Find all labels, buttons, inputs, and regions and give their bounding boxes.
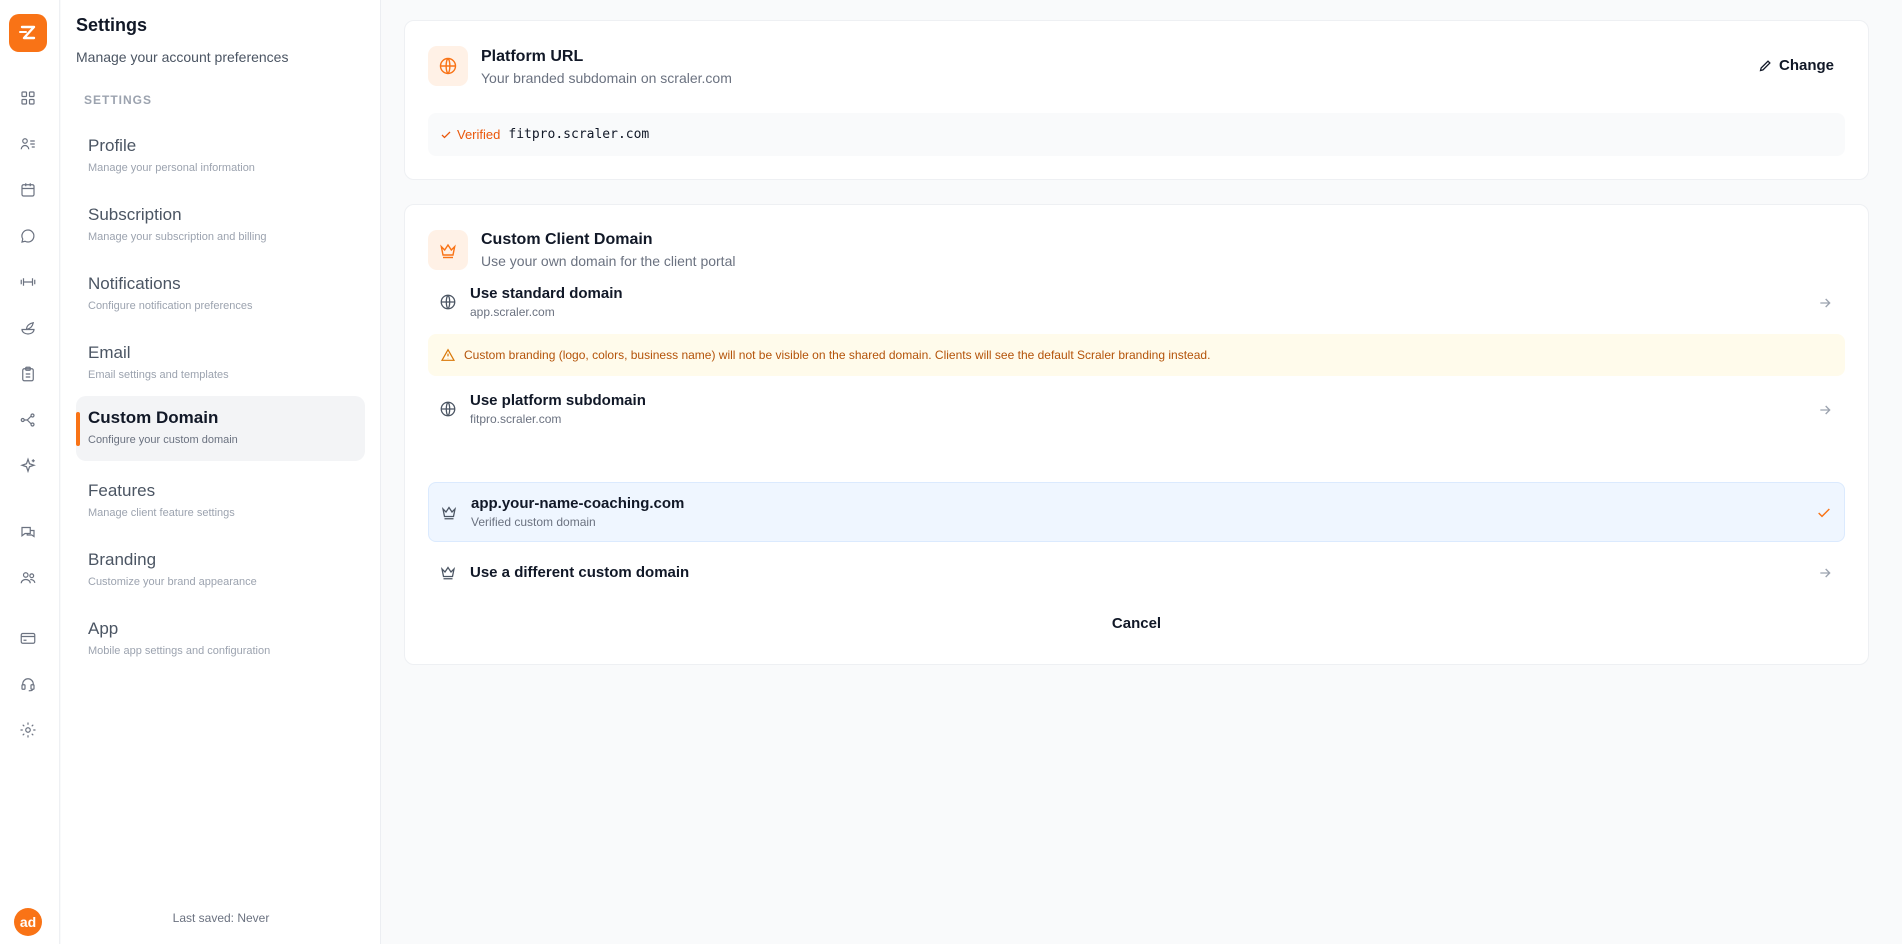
- change-button[interactable]: Change: [1758, 57, 1834, 74]
- custom-domain-subtitle: Use your own domain for the client porta…: [481, 253, 736, 269]
- workflow-icon[interactable]: [18, 410, 38, 430]
- option-subtitle: fitpro.scraler.com: [470, 412, 562, 426]
- dashboard-icon[interactable]: [18, 88, 38, 108]
- option-platform-subdomain[interactable]: Use platform subdomain fitpro.scraler.co…: [428, 385, 1845, 435]
- sidebar-item-label: Subscription: [88, 205, 182, 224]
- verified-domain-box: Verified fitpro.scraler.com: [428, 113, 1845, 156]
- sidebar-item-desc: Manage your personal information: [88, 162, 255, 174]
- crown-icon: [441, 506, 457, 520]
- sidebar-item-desc: Manage client feature settings: [88, 507, 235, 519]
- sidebar-item-desc: Configure notification preferences: [88, 300, 253, 312]
- option-subtitle: app.scraler.com: [470, 305, 555, 319]
- option-standard-domain[interactable]: Use standard domain app.scraler.com: [428, 278, 1845, 328]
- verified-badge: Verified: [440, 127, 500, 142]
- sidebar-item-desc: Customize your brand appearance: [88, 576, 257, 588]
- settings-sidebar: Settings Manage your account preferences…: [61, 0, 381, 944]
- sidebar-item-desc: Configure your custom domain: [88, 434, 238, 446]
- option-title: Use a different custom domain: [470, 564, 690, 581]
- custom-domain-title: Custom Client Domain: [481, 231, 653, 248]
- option-title: app.your-name-coaching.com: [471, 495, 685, 512]
- sidebar-item-label: Email: [88, 343, 131, 362]
- community-icon[interactable]: [18, 522, 38, 542]
- sidebar-item-branding[interactable]: Branding Customize your brand appearance: [76, 538, 365, 603]
- sidebar-item-features[interactable]: Features Manage client feature settings: [76, 469, 365, 534]
- custom-domain-card: Custom Client Domain Use your own domain…: [404, 204, 1869, 665]
- billing-icon[interactable]: [18, 628, 38, 648]
- check-icon: [1818, 508, 1830, 518]
- last-saved-status: Last saved: Never: [172, 911, 270, 925]
- option-different-custom-domain[interactable]: Use a different custom domain: [428, 548, 1845, 598]
- platform-url-card: Platform URL Your branded subdomain on s…: [404, 20, 1869, 180]
- branding-warning: Custom branding (logo, colors, business …: [428, 334, 1845, 376]
- option-title: Use standard domain: [470, 285, 623, 302]
- page-subtitle: Manage your account preferences: [76, 49, 289, 65]
- arrow-right-icon: [1820, 568, 1831, 578]
- sidebar-item-label: Features: [88, 481, 156, 500]
- option-subtitle: Verified custom domain: [471, 515, 596, 529]
- calendar-icon[interactable]: [18, 180, 38, 200]
- sidebar-item-custom-domain[interactable]: Custom Domain Configure your custom doma…: [76, 396, 365, 461]
- cancel-button[interactable]: Cancel: [405, 615, 1868, 632]
- page-title: Settings: [76, 15, 148, 35]
- sidebar-item-label: Profile: [88, 136, 137, 155]
- team-icon[interactable]: [18, 568, 38, 588]
- sidebar-item-email[interactable]: Email Email settings and templates: [76, 331, 365, 396]
- platform-url-title: Platform URL: [481, 48, 584, 65]
- check-icon: [441, 131, 451, 138]
- support-icon[interactable]: [18, 674, 38, 694]
- crown-icon: [428, 230, 468, 270]
- sidebar-item-desc: Mobile app settings and configuration: [88, 645, 271, 657]
- sidebar-item-label: App: [88, 619, 119, 638]
- section-label: SETTINGS: [84, 93, 153, 107]
- dumbbell-icon[interactable]: [18, 272, 38, 292]
- sidebar-item-app[interactable]: App Mobile app settings and configuratio…: [76, 607, 365, 672]
- settings-icon[interactable]: [18, 720, 38, 740]
- sidebar-item-profile[interactable]: Profile Manage your personal information: [76, 124, 365, 189]
- clients-icon[interactable]: [18, 134, 38, 154]
- app-logo[interactable]: [9, 14, 47, 52]
- sparkle-icon[interactable]: [18, 456, 38, 476]
- pencil-icon: [1759, 60, 1771, 72]
- sidebar-item-desc: Email settings and templates: [88, 369, 229, 381]
- globe-icon: [440, 401, 456, 417]
- crown-icon: [440, 566, 456, 580]
- platform-domain: fitpro.scraler.com: [508, 127, 650, 142]
- option-custom-domain-selected[interactable]: app.your-name-coaching.com Verified cust…: [428, 482, 1845, 542]
- warning-icon: [440, 348, 456, 361]
- avatar[interactable]: ad: [14, 908, 42, 936]
- sidebar-item-label: Branding: [88, 550, 157, 569]
- nutrition-icon[interactable]: [18, 318, 38, 338]
- sidebar-item-label: Notifications: [88, 274, 181, 293]
- option-title: Use platform subdomain: [470, 392, 646, 409]
- lightning-logo-icon: [19, 25, 36, 40]
- arrow-right-icon: [1820, 298, 1831, 308]
- platform-url-subtitle: Your branded subdomain on scraler.com: [481, 70, 732, 86]
- icon-rail: ad: [0, 0, 60, 944]
- clipboard-icon[interactable]: [18, 364, 38, 384]
- sidebar-item-label: Custom Domain: [88, 408, 219, 427]
- globe-icon: [440, 294, 456, 310]
- sidebar-item-subscription[interactable]: Subscription Manage your subscription an…: [76, 193, 365, 258]
- change-label: Change: [1778, 57, 1834, 74]
- sidebar-item-desc: Manage your subscription and billing: [88, 231, 267, 243]
- verified-label: Verified: [457, 127, 501, 142]
- arrow-right-icon: [1820, 405, 1831, 415]
- sidebar-item-notifications[interactable]: Notifications Configure notification pre…: [76, 262, 365, 327]
- warning-text: Custom branding (logo, colors, business …: [464, 348, 1211, 362]
- chat-icon[interactable]: [18, 226, 38, 246]
- globe-icon: [428, 46, 468, 86]
